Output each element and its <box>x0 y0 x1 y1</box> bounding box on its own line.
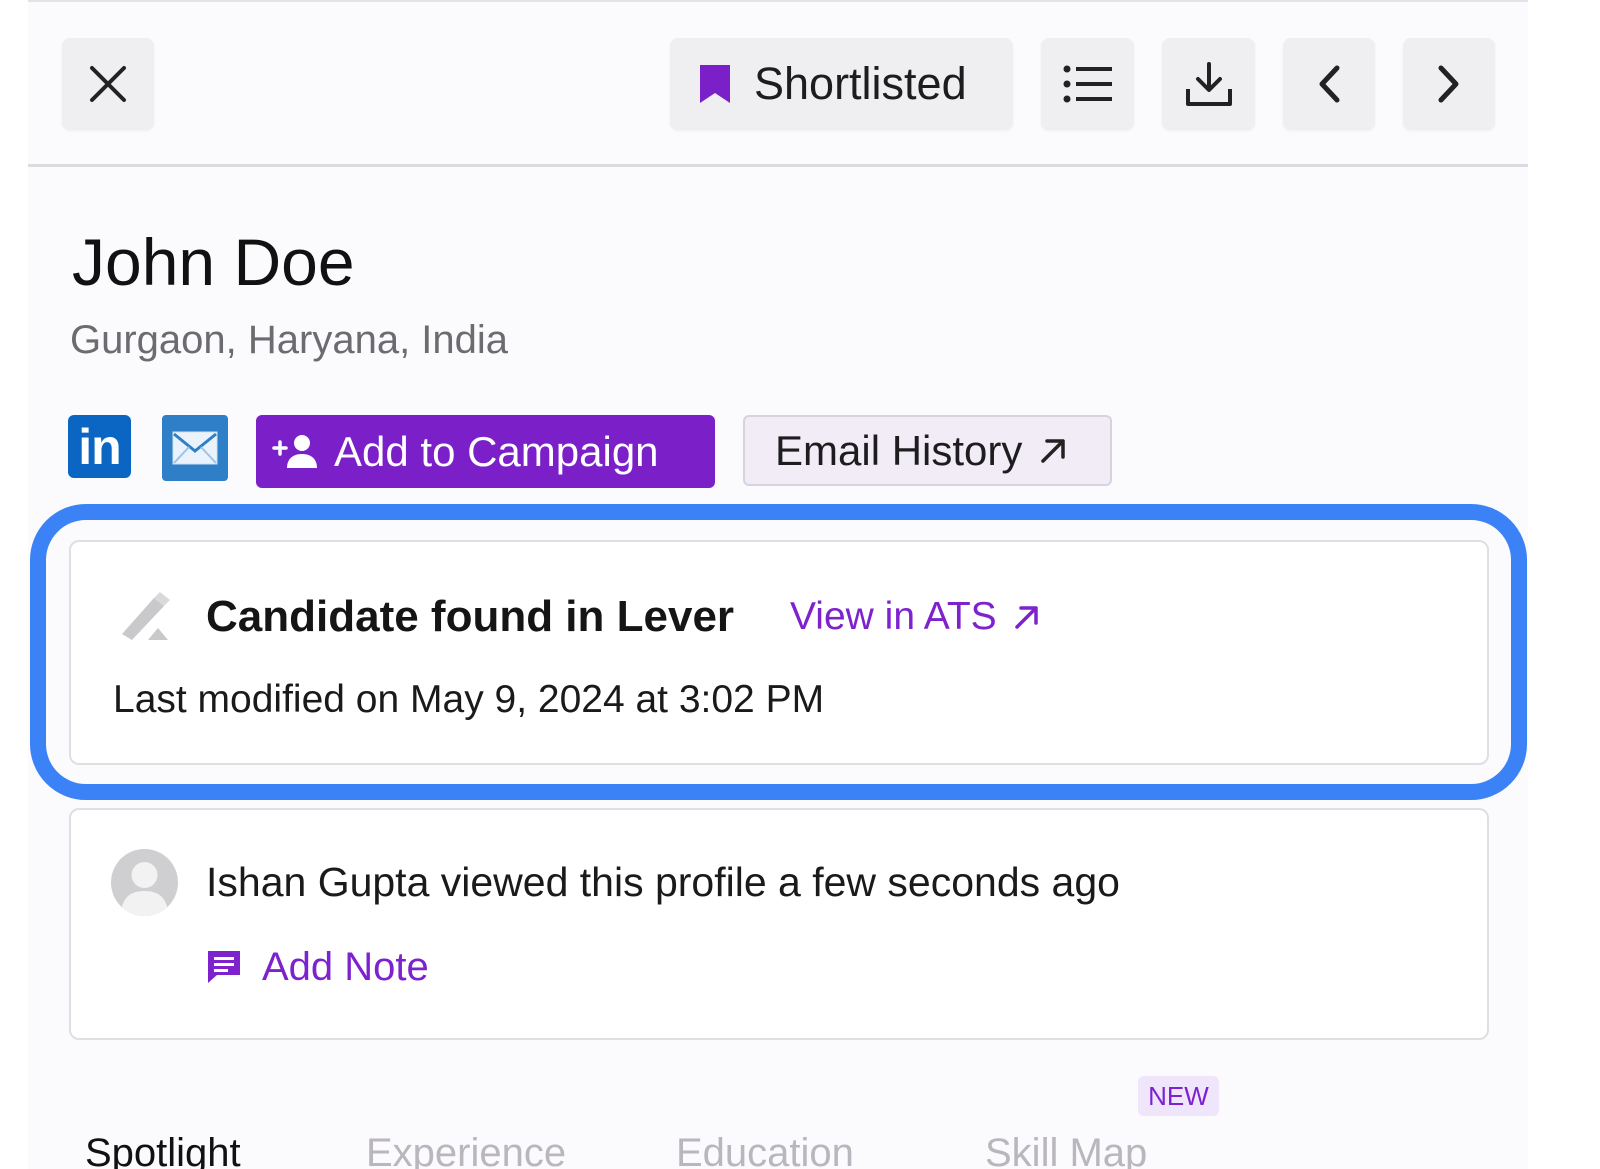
top-border <box>28 0 1528 2</box>
previous-button[interactable] <box>1283 38 1375 130</box>
email-history-button[interactable]: Email History <box>743 415 1112 486</box>
profile-tabs: Spotlight Experience Education Skill Map <box>85 1128 1285 1169</box>
avatar <box>111 849 178 916</box>
header-divider <box>28 164 1528 167</box>
download-icon <box>1185 62 1232 106</box>
shortlisted-label: Shortlisted <box>754 58 967 109</box>
close-button[interactable] <box>62 38 154 130</box>
bookmark-icon <box>700 65 730 103</box>
view-in-ats-link[interactable]: View in ATS <box>790 594 1041 640</box>
lever-icon <box>118 590 176 649</box>
chevron-right-icon <box>1438 65 1459 103</box>
tab-spotlight[interactable]: Spotlight <box>85 1128 241 1169</box>
add-person-icon <box>272 434 317 468</box>
comment-icon <box>205 948 243 991</box>
tab-experience[interactable]: Experience <box>366 1128 566 1169</box>
email-icon[interactable] <box>162 415 228 481</box>
tab-education[interactable]: Education <box>676 1128 854 1169</box>
last-modified-text: Last modified on May 9, 2024 at 3:02 PM <box>113 678 825 721</box>
list-button[interactable] <box>1041 38 1134 130</box>
activity-card <box>69 808 1489 1040</box>
add-to-campaign-label: Add to Campaign <box>334 427 659 475</box>
chevron-left-icon <box>1319 65 1340 103</box>
download-button[interactable] <box>1162 38 1255 130</box>
close-icon <box>90 66 126 102</box>
add-note-link[interactable]: Add Note <box>262 942 429 992</box>
candidate-name: John Doe <box>72 225 355 299</box>
next-button[interactable] <box>1403 38 1495 130</box>
external-link-icon <box>1041 438 1066 463</box>
highlight-outline <box>30 504 1527 800</box>
list-icon <box>1063 65 1112 103</box>
view-in-ats-label: View in ATS <box>790 595 997 638</box>
candidate-location: Gurgaon, Haryana, India <box>70 318 509 362</box>
email-history-label: Email History <box>775 426 1023 474</box>
external-link-icon <box>1014 606 1038 629</box>
viewed-activity-text: Ishan Gupta viewed this profile a few se… <box>206 859 1120 905</box>
add-to-campaign-button[interactable]: Add to Campaign <box>256 415 715 488</box>
new-badge: NEW <box>1138 1076 1219 1116</box>
tab-skill-map[interactable]: Skill Map <box>985 1128 1147 1169</box>
shortlisted-button[interactable]: Shortlisted <box>670 38 1013 130</box>
linkedin-label: in <box>78 418 121 475</box>
ats-status-title: Candidate found in Lever <box>206 592 735 641</box>
linkedin-icon[interactable]: in <box>68 415 131 478</box>
